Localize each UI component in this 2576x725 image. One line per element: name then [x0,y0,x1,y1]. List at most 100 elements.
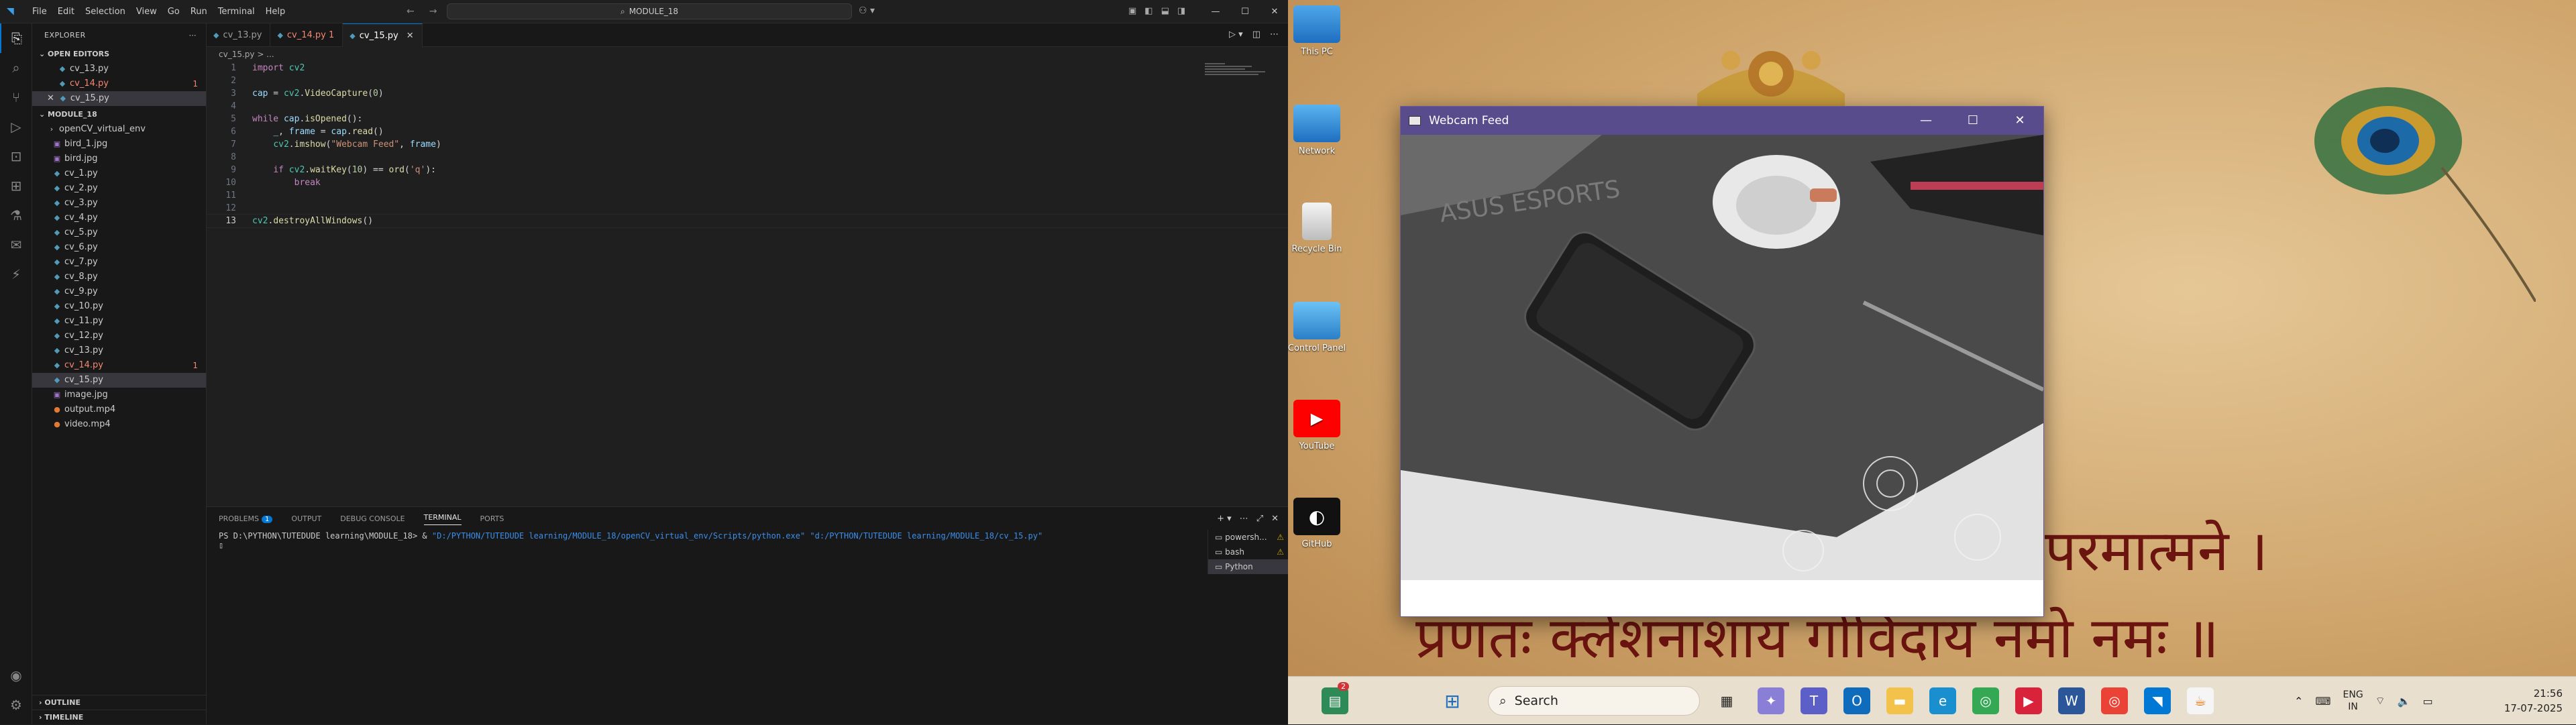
code-line[interactable]: 12 [207,202,1288,215]
tab-debug-console[interactable]: DEBUG CONSOLE [340,514,405,523]
minimap[interactable] [1205,62,1279,89]
customize-layout-icon[interactable]: ▣ [1128,6,1136,16]
outlook-icon[interactable]: O [1843,687,1870,714]
maximize-panel-icon[interactable]: ⤢ [1256,514,1263,524]
file-item[interactable]: ◆ cv_9.py [32,284,206,299]
file-item[interactable]: ● output.mp4 [32,402,206,417]
taskbar-search[interactable]: ⌕ Search [1488,686,1700,716]
terminal-output[interactable]: PS D:\PYTHON\TUTEDUDE learning\MODULE_18… [219,531,1191,550]
code-editor[interactable]: 1 import cv2 2 3 cap = cv2.VideoCapture(0)… [206,62,1289,228]
file-item[interactable]: ◆ cv_5.py [32,225,206,240]
close-icon[interactable]: ✕ [1260,0,1289,23]
source-control-icon[interactable]: ⑂ [0,82,32,112]
code-line[interactable]: 7 cv2.imshow("Webcam Feed", frame) [207,138,1288,151]
menu-run[interactable]: Run [185,7,213,17]
file-item[interactable]: ◆ cv_8.py [32,270,206,284]
toggle-secondary-sidebar-icon[interactable]: ◨ [1177,6,1185,16]
chrome-profile-icon[interactable]: ◎ [2101,687,2128,714]
tab-problems[interactable]: PROBLEMS 1 [219,514,273,523]
webcam-title-bar[interactable]: Webcam Feed — ☐ ✕ [1401,107,2043,135]
explorer-icon[interactable]: ⎘ [0,23,32,53]
copilot-app-icon[interactable]: ✦ [1758,687,1784,714]
toggle-sidebar-icon[interactable]: ◧ [1144,6,1152,16]
close-panel-icon[interactable]: ✕ [1271,514,1279,524]
open-editor-item-active[interactable]: ✕ ◆ cv_15.py [32,91,206,106]
terminal-item-python[interactable]: ▭ Python [1208,559,1288,574]
file-explorer-icon[interactable]: ▬ [1886,687,1913,714]
terminal-item-powershell[interactable]: ▭ powersh... ⚠ [1208,530,1288,545]
teams-icon[interactable]: T [1801,687,1827,714]
tab-ports[interactable]: PORTS [480,514,504,523]
file-item[interactable]: ◆ cv_2.py [32,181,206,196]
word-icon[interactable]: W [2058,687,2085,714]
menu-help[interactable]: Help [260,7,291,17]
wifi-icon[interactable]: ⌔ [2375,694,2385,708]
maximize-icon[interactable]: ☐ [1949,107,1996,135]
file-item[interactable]: ◆ cv_6.py [32,240,206,255]
open-editors-header[interactable]: ⌄ OPEN EDITORS [32,47,206,62]
timeline-header[interactable]: › TIMELINE [32,710,207,724]
tab-output[interactable]: OUTPUT [291,514,321,523]
chevron-up-icon[interactable]: ⌃ [2294,695,2303,708]
file-item[interactable]: ◆ cv_3.py [32,196,206,211]
file-item[interactable]: ◆ cv_11.py [32,314,206,329]
minimize-icon[interactable]: — [1201,0,1230,23]
split-editor-icon[interactable]: ◫ [1252,30,1260,40]
desktop-icon-control-panel[interactable]: Control Panel [1288,302,1347,353]
menu-edit[interactable]: Edit [52,7,80,17]
close-editor-icon[interactable]: ✕ [47,93,54,103]
close-icon[interactable]: ✕ [1996,107,2043,135]
desktop-icon-github[interactable]: ◐ GitHub [1288,498,1347,549]
chrome-icon[interactable]: ◎ [1972,687,1999,714]
settings-gear-icon[interactable]: ⚙ [0,690,32,720]
code-line-current[interactable]: 13 cv2.destroyAllWindows() [206,214,1289,228]
file-item[interactable]: ▣ image.jpg [32,388,206,402]
menu-view[interactable]: View [131,7,162,17]
desktop-icon-this-pc[interactable]: This PC [1288,5,1347,57]
chat-icon[interactable]: ✉ [0,230,32,260]
minimize-icon[interactable]: — [1902,107,1949,135]
more-actions-icon[interactable]: ⋯ [1240,514,1248,524]
vscode-taskbar-icon[interactable]: ◥ [2144,687,2171,714]
back-arrow-icon[interactable]: ← [407,6,415,17]
new-terminal-icon[interactable]: + ▾ [1217,514,1232,524]
tab-cv-14[interactable]: ◆ cv_14.py 1 [270,23,343,47]
open-editor-item[interactable]: ◆ cv_14.py 1 [32,76,206,91]
language-indicator[interactable]: ENG IN [2343,689,2363,713]
tab-cv-13[interactable]: ◆ cv_13.py [207,23,271,47]
command-center[interactable]: ⌕ MODULE_18 [447,3,852,19]
remote-explorer-icon[interactable]: ⊡ [0,142,32,171]
more-actions-icon[interactable]: ⋯ [189,23,197,47]
file-item[interactable]: ◆ cv_12.py [32,329,206,343]
run-debug-icon[interactable]: ▷ [0,112,32,142]
copilot-icon[interactable]: ⚇ ▾ [859,5,875,16]
run-python-file-icon[interactable]: ▷ ▾ [1229,30,1243,40]
code-line[interactable]: 5 while cap.isOpened(): [207,113,1288,125]
code-line[interactable]: 11 [207,189,1288,202]
code-line[interactable]: 8 [207,151,1288,164]
file-item[interactable]: ▣ bird.jpg [32,152,206,166]
file-item[interactable]: ◆ cv_13.py [32,343,206,358]
file-item[interactable]: ● video.mp4 [32,417,206,432]
code-line[interactable]: 1 import cv2 [207,62,1288,74]
battery-icon[interactable]: ▭ [2423,695,2433,708]
python-icon[interactable]: ⚡ [0,260,32,289]
tab-terminal[interactable]: TERMINAL [423,513,462,525]
media-app-icon[interactable]: ▶ [2015,687,2042,714]
terminal-item-bash[interactable]: ▭ bash ⚠ [1208,545,1288,559]
clock[interactable]: 21:56 17-07-2025 [2504,686,2563,716]
outline-header[interactable]: › OUTLINE [32,695,207,710]
start-windows-icon[interactable]: ⊞ [1439,687,1466,714]
edge-icon[interactable]: e [1929,687,1956,714]
code-line[interactable]: 9 if cv2.waitKey(10) == ord('q'): [207,164,1288,176]
tab-cv-15[interactable]: ◆ cv_15.py ✕ [343,23,423,47]
file-item[interactable]: ◆ cv_1.py [32,166,206,181]
keyboard-icon[interactable]: ⌨ [2315,695,2330,708]
menu-file[interactable]: File [27,7,52,17]
file-item[interactable]: ◆ cv_4.py [32,211,206,225]
file-item[interactable]: ◆ cv_14.py 1 [32,358,206,373]
toggle-panel-icon[interactable]: ⬓ [1161,6,1169,16]
breadcrumb[interactable]: cv_15.py > ... [207,47,1288,62]
forward-arrow-icon[interactable]: → [429,6,437,17]
code-line[interactable]: 4 [207,100,1288,113]
